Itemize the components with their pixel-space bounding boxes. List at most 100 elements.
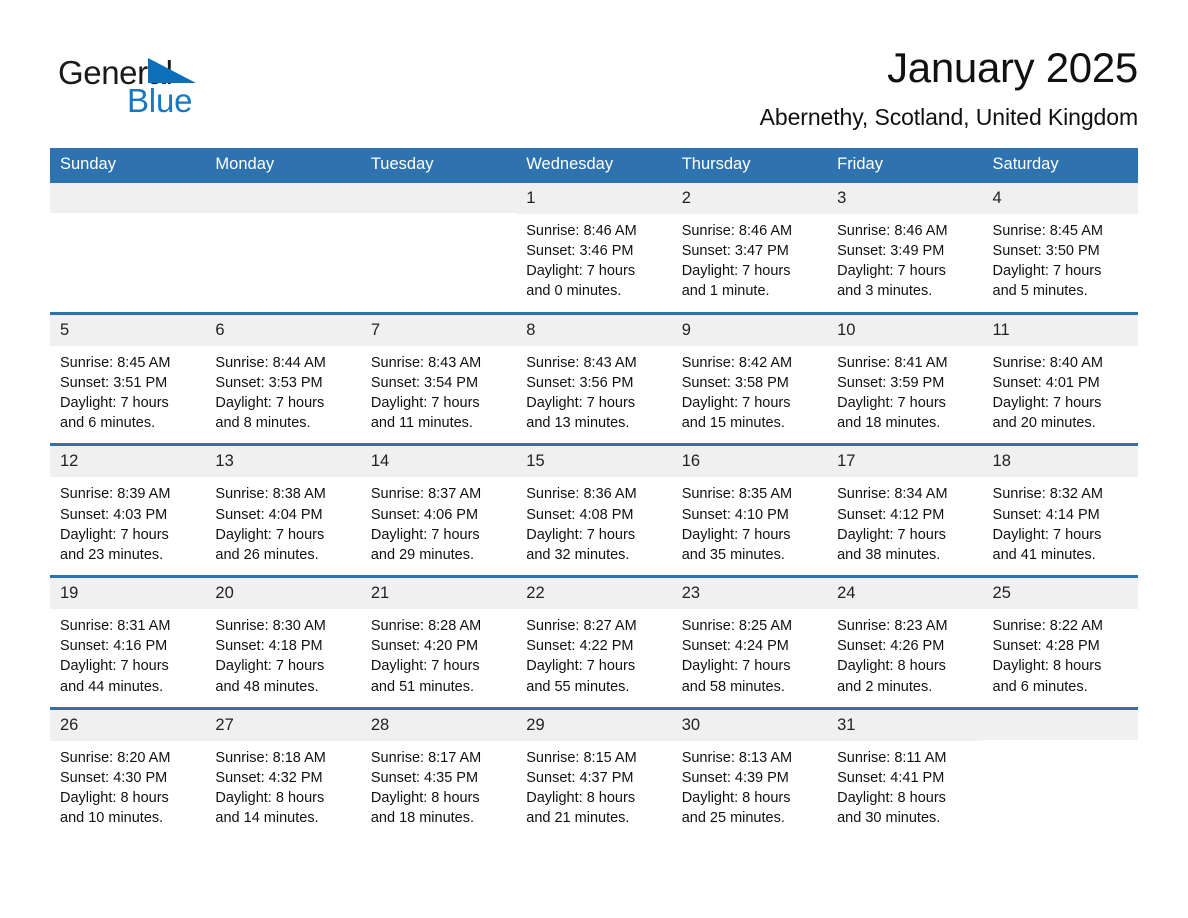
- day-number: 30: [671, 709, 828, 741]
- day-details: Sunrise: 8:43 AM Sunset: 3:56 PM Dayligh…: [526, 354, 637, 432]
- day-details: Sunrise: 8:44 AM Sunset: 3:53 PM Dayligh…: [215, 354, 326, 432]
- day-details: Sunrise: 8:46 AM Sunset: 3:47 PM Dayligh…: [681, 223, 793, 300]
- day-number: 12: [50, 446, 206, 478]
- day-number: 25: [982, 578, 1138, 610]
- day-cell[interactable]: 6 Sunrise: 8:44 AM Sunset: 3:53 PM Dayli…: [205, 314, 361, 444]
- day-number: 11: [982, 314, 1138, 346]
- day-number: 23: [671, 578, 828, 610]
- day-cell[interactable]: 28 Sunrise: 8:17 AM Sunset: 4:35 PM Dayl…: [360, 709, 517, 839]
- weekday-header-tuesday: Tuesday: [370, 155, 434, 174]
- day-cell[interactable]: 19 Sunrise: 8:31 AM Sunset: 4:16 PM Dayl…: [50, 578, 206, 707]
- day-details: Sunrise: 8:35 AM Sunset: 4:10 PM Dayligh…: [681, 486, 793, 563]
- day-cell[interactable]: 10 Sunrise: 8:41 AM Sunset: 3:59 PM Dayl…: [827, 314, 983, 444]
- day-cell[interactable]: 12 Sunrise: 8:39 AM Sunset: 4:03 PM Dayl…: [50, 446, 206, 575]
- day-details: [205, 213, 360, 230]
- day-number: 14: [360, 446, 517, 478]
- weekday-header-friday: Friday: [837, 155, 883, 174]
- day-details: Sunrise: 8:27 AM Sunset: 4:22 PM Dayligh…: [526, 618, 637, 695]
- day-details: Sunrise: 8:30 AM Sunset: 4:18 PM Dayligh…: [215, 618, 326, 695]
- day-details: Sunrise: 8:32 AM Sunset: 4:14 PM Dayligh…: [992, 486, 1103, 563]
- day-cell[interactable]: 16 Sunrise: 8:35 AM Sunset: 4:10 PM Dayl…: [671, 446, 828, 575]
- day-cell[interactable]: 9 Sunrise: 8:42 AM Sunset: 3:58 PM Dayli…: [671, 314, 828, 444]
- day-number: 5: [50, 314, 206, 346]
- day-cell[interactable]: 27 Sunrise: 8:18 AM Sunset: 4:32 PM Dayl…: [205, 709, 361, 839]
- day-details: Sunrise: 8:20 AM Sunset: 4:30 PM Dayligh…: [60, 749, 171, 827]
- weekday-header-monday: Monday: [215, 155, 275, 174]
- day-cell[interactable]: 3 Sunrise: 8:46 AM Sunset: 3:49 PM Dayli…: [827, 182, 983, 312]
- day-details: Sunrise: 8:37 AM Sunset: 4:06 PM Dayligh…: [370, 486, 482, 563]
- title-block: January 2025 Abernethy, Scotland, United…: [760, 44, 1139, 131]
- day-number: 4: [982, 182, 1138, 215]
- day-number: 7: [360, 314, 517, 346]
- week-row: 19 Sunrise: 8:31 AM Sunset: 4:16 PM Dayl…: [50, 575, 1138, 707]
- logo-text-blue: Blue: [127, 82, 193, 119]
- calendar-grid: Sunday Monday Tuesday Wednesday Thursday…: [50, 148, 1138, 839]
- day-cell[interactable]: 13 Sunrise: 8:38 AM Sunset: 4:04 PM Dayl…: [205, 446, 361, 575]
- day-details: Sunrise: 8:46 AM Sunset: 3:46 PM Dayligh…: [526, 223, 637, 300]
- day-details: Sunrise: 8:46 AM Sunset: 3:49 PM Dayligh…: [837, 223, 948, 300]
- day-number: 19: [50, 578, 206, 610]
- day-cell[interactable]: 14 Sunrise: 8:37 AM Sunset: 4:06 PM Dayl…: [360, 446, 517, 575]
- week-row: 1 Sunrise: 8:46 AM Sunset: 3:46 PM Dayli…: [50, 182, 1138, 312]
- day-details: [361, 213, 516, 230]
- day-details: Sunrise: 8:15 AM Sunset: 4:37 PM Dayligh…: [526, 749, 637, 827]
- day-number: [50, 182, 206, 213]
- day-number: 31: [827, 709, 983, 741]
- day-cell[interactable]: 11 Sunrise: 8:40 AM Sunset: 4:01 PM Dayl…: [982, 314, 1138, 444]
- day-details: Sunrise: 8:34 AM Sunset: 4:12 PM Dayligh…: [837, 486, 948, 563]
- day-number: 9: [671, 314, 828, 346]
- day-cell[interactable]: 23 Sunrise: 8:25 AM Sunset: 4:24 PM Dayl…: [671, 578, 828, 707]
- day-cell[interactable]: 8 Sunrise: 8:43 AM Sunset: 3:56 PM Dayli…: [516, 314, 672, 444]
- day-number: 28: [360, 709, 517, 741]
- day-details: Sunrise: 8:39 AM Sunset: 4:03 PM Dayligh…: [60, 486, 171, 563]
- day-cell[interactable]: 25 Sunrise: 8:22 AM Sunset: 4:28 PM Dayl…: [982, 578, 1138, 707]
- day-number: 13: [205, 446, 361, 478]
- weekday-header-wednesday: Wednesday: [526, 155, 614, 174]
- weekday-header-saturday: Saturday: [992, 155, 1059, 174]
- brand-triangle-icon: [148, 58, 196, 83]
- day-number: 2: [671, 182, 828, 215]
- day-number: 22: [516, 578, 672, 610]
- day-cell[interactable]: 15 Sunrise: 8:36 AM Sunset: 4:08 PM Dayl…: [516, 446, 672, 575]
- day-cell[interactable]: 31 Sunrise: 8:11 AM Sunset: 4:41 PM Dayl…: [827, 709, 983, 839]
- day-number: 29: [516, 709, 672, 741]
- day-cell[interactable]: 5 Sunrise: 8:45 AM Sunset: 3:51 PM Dayli…: [50, 314, 206, 444]
- week-row: 5 Sunrise: 8:45 AM Sunset: 3:51 PM Dayli…: [50, 311, 1138, 444]
- day-number: 21: [360, 578, 517, 610]
- day-number: 15: [516, 446, 672, 478]
- day-cell[interactable]: 7 Sunrise: 8:43 AM Sunset: 3:54 PM Dayli…: [360, 314, 517, 444]
- day-details: Sunrise: 8:31 AM Sunset: 4:16 PM Dayligh…: [60, 618, 171, 695]
- day-cell[interactable]: 21 Sunrise: 8:28 AM Sunset: 4:20 PM Dayl…: [360, 578, 517, 707]
- day-cell: [205, 182, 361, 312]
- day-details: Sunrise: 8:28 AM Sunset: 4:20 PM Dayligh…: [370, 618, 482, 695]
- day-cell[interactable]: 26 Sunrise: 8:20 AM Sunset: 4:30 PM Dayl…: [50, 709, 206, 839]
- day-details: Sunrise: 8:23 AM Sunset: 4:26 PM Dayligh…: [837, 618, 948, 695]
- week-row: 26 Sunrise: 8:20 AM Sunset: 4:30 PM Dayl…: [50, 706, 1138, 839]
- day-cell[interactable]: 18 Sunrise: 8:32 AM Sunset: 4:14 PM Dayl…: [982, 446, 1138, 575]
- day-cell[interactable]: 20 Sunrise: 8:30 AM Sunset: 4:18 PM Dayl…: [205, 578, 361, 707]
- day-cell[interactable]: 24 Sunrise: 8:23 AM Sunset: 4:26 PM Dayl…: [827, 578, 983, 707]
- day-cell: [982, 709, 1138, 839]
- day-cell[interactable]: 30 Sunrise: 8:13 AM Sunset: 4:39 PM Dayl…: [671, 709, 828, 839]
- day-details: [50, 213, 205, 230]
- day-number: 8: [516, 314, 672, 346]
- page-header: General Blue January 2025 Abernethy, Sco…: [50, 0, 1138, 131]
- day-details: Sunrise: 8:18 AM Sunset: 4:32 PM Dayligh…: [215, 749, 326, 827]
- day-number: 18: [982, 446, 1138, 478]
- day-details: Sunrise: 8:38 AM Sunset: 4:04 PM Dayligh…: [215, 486, 326, 563]
- day-details: Sunrise: 8:43 AM Sunset: 3:54 PM Dayligh…: [370, 354, 482, 432]
- day-cell[interactable]: 17 Sunrise: 8:34 AM Sunset: 4:12 PM Dayl…: [827, 446, 983, 575]
- general-blue-logo[interactable]: General Blue: [50, 44, 210, 118]
- day-details: Sunrise: 8:17 AM Sunset: 4:35 PM Dayligh…: [370, 749, 482, 827]
- day-number: 3: [827, 182, 983, 215]
- day-number: 24: [827, 578, 983, 610]
- day-cell: [360, 182, 517, 312]
- day-cell[interactable]: 1 Sunrise: 8:46 AM Sunset: 3:46 PM Dayli…: [516, 182, 672, 312]
- day-cell[interactable]: 2 Sunrise: 8:46 AM Sunset: 3:47 PM Dayli…: [671, 182, 828, 312]
- day-cell[interactable]: 22 Sunrise: 8:27 AM Sunset: 4:22 PM Dayl…: [516, 578, 672, 707]
- day-cell[interactable]: 4 Sunrise: 8:45 AM Sunset: 3:50 PM Dayli…: [982, 182, 1138, 312]
- day-cell[interactable]: 29 Sunrise: 8:15 AM Sunset: 4:37 PM Dayl…: [516, 709, 672, 839]
- day-number: 26: [50, 709, 206, 741]
- weekday-header-row: Sunday Monday Tuesday Wednesday Thursday…: [50, 148, 1138, 183]
- day-details: Sunrise: 8:40 AM Sunset: 4:01 PM Dayligh…: [992, 354, 1103, 432]
